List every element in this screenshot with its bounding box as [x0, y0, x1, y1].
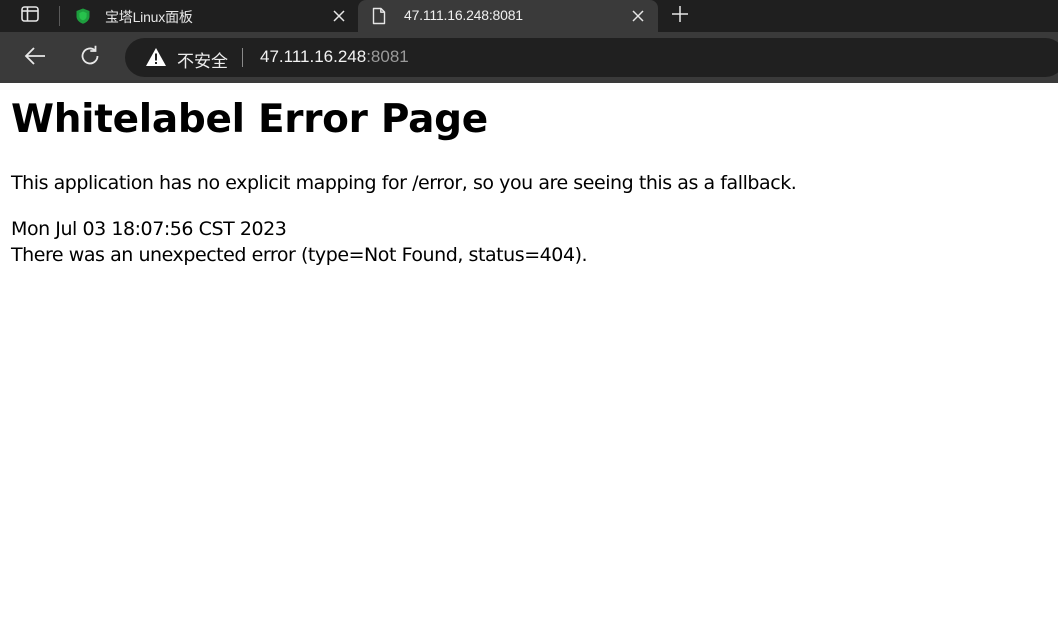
omnibox-divider	[242, 48, 243, 67]
security-status-label[interactable]: 不安全	[177, 47, 228, 72]
url-port: :8081	[366, 47, 409, 66]
page-title: Whitelabel Error Page	[11, 97, 488, 142]
tab-baota-panel[interactable]: 宝塔Linux面板	[62, 0, 358, 32]
document-icon	[369, 6, 389, 26]
close-tab-icon[interactable]	[628, 6, 648, 26]
error-detail: There was an unexpected error (type=Not …	[11, 244, 588, 266]
tab-title: 47.111.16.248:8081	[404, 7, 523, 23]
tab-title: 宝塔Linux面板	[105, 9, 193, 25]
address-bar[interactable]: 不安全 47.111.16.248:8081	[125, 38, 1058, 77]
tab-strip: 宝塔Linux面板 47.111.16.248:8081	[0, 0, 1058, 32]
tab-error-page[interactable]: 47.111.16.248:8081	[358, 0, 658, 32]
close-tab-icon[interactable]	[329, 6, 349, 26]
back-button[interactable]	[19, 42, 51, 74]
tab-actions-button[interactable]	[12, 3, 48, 29]
tab-actions-icon	[20, 4, 40, 28]
url-host: 47.111.16.248	[260, 47, 367, 66]
error-timestamp: Mon Jul 03 18:07:56 CST 2023	[11, 218, 287, 240]
error-message: This application has no explicit mapping…	[11, 172, 797, 194]
url-text[interactable]: 47.111.16.248:8081	[260, 47, 409, 67]
page-content: Whitelabel Error Page This application h…	[0, 83, 1058, 621]
warning-triangle-icon[interactable]	[145, 47, 167, 67]
new-tab-button[interactable]	[667, 3, 693, 29]
reload-button[interactable]	[74, 42, 106, 74]
browser-toolbar: 不安全 47.111.16.248:8081	[0, 32, 1058, 83]
baota-shield-icon	[73, 6, 93, 26]
back-arrow-icon	[23, 44, 47, 72]
tab-separator	[59, 6, 60, 26]
plus-icon	[670, 4, 690, 28]
reload-icon	[78, 44, 102, 72]
